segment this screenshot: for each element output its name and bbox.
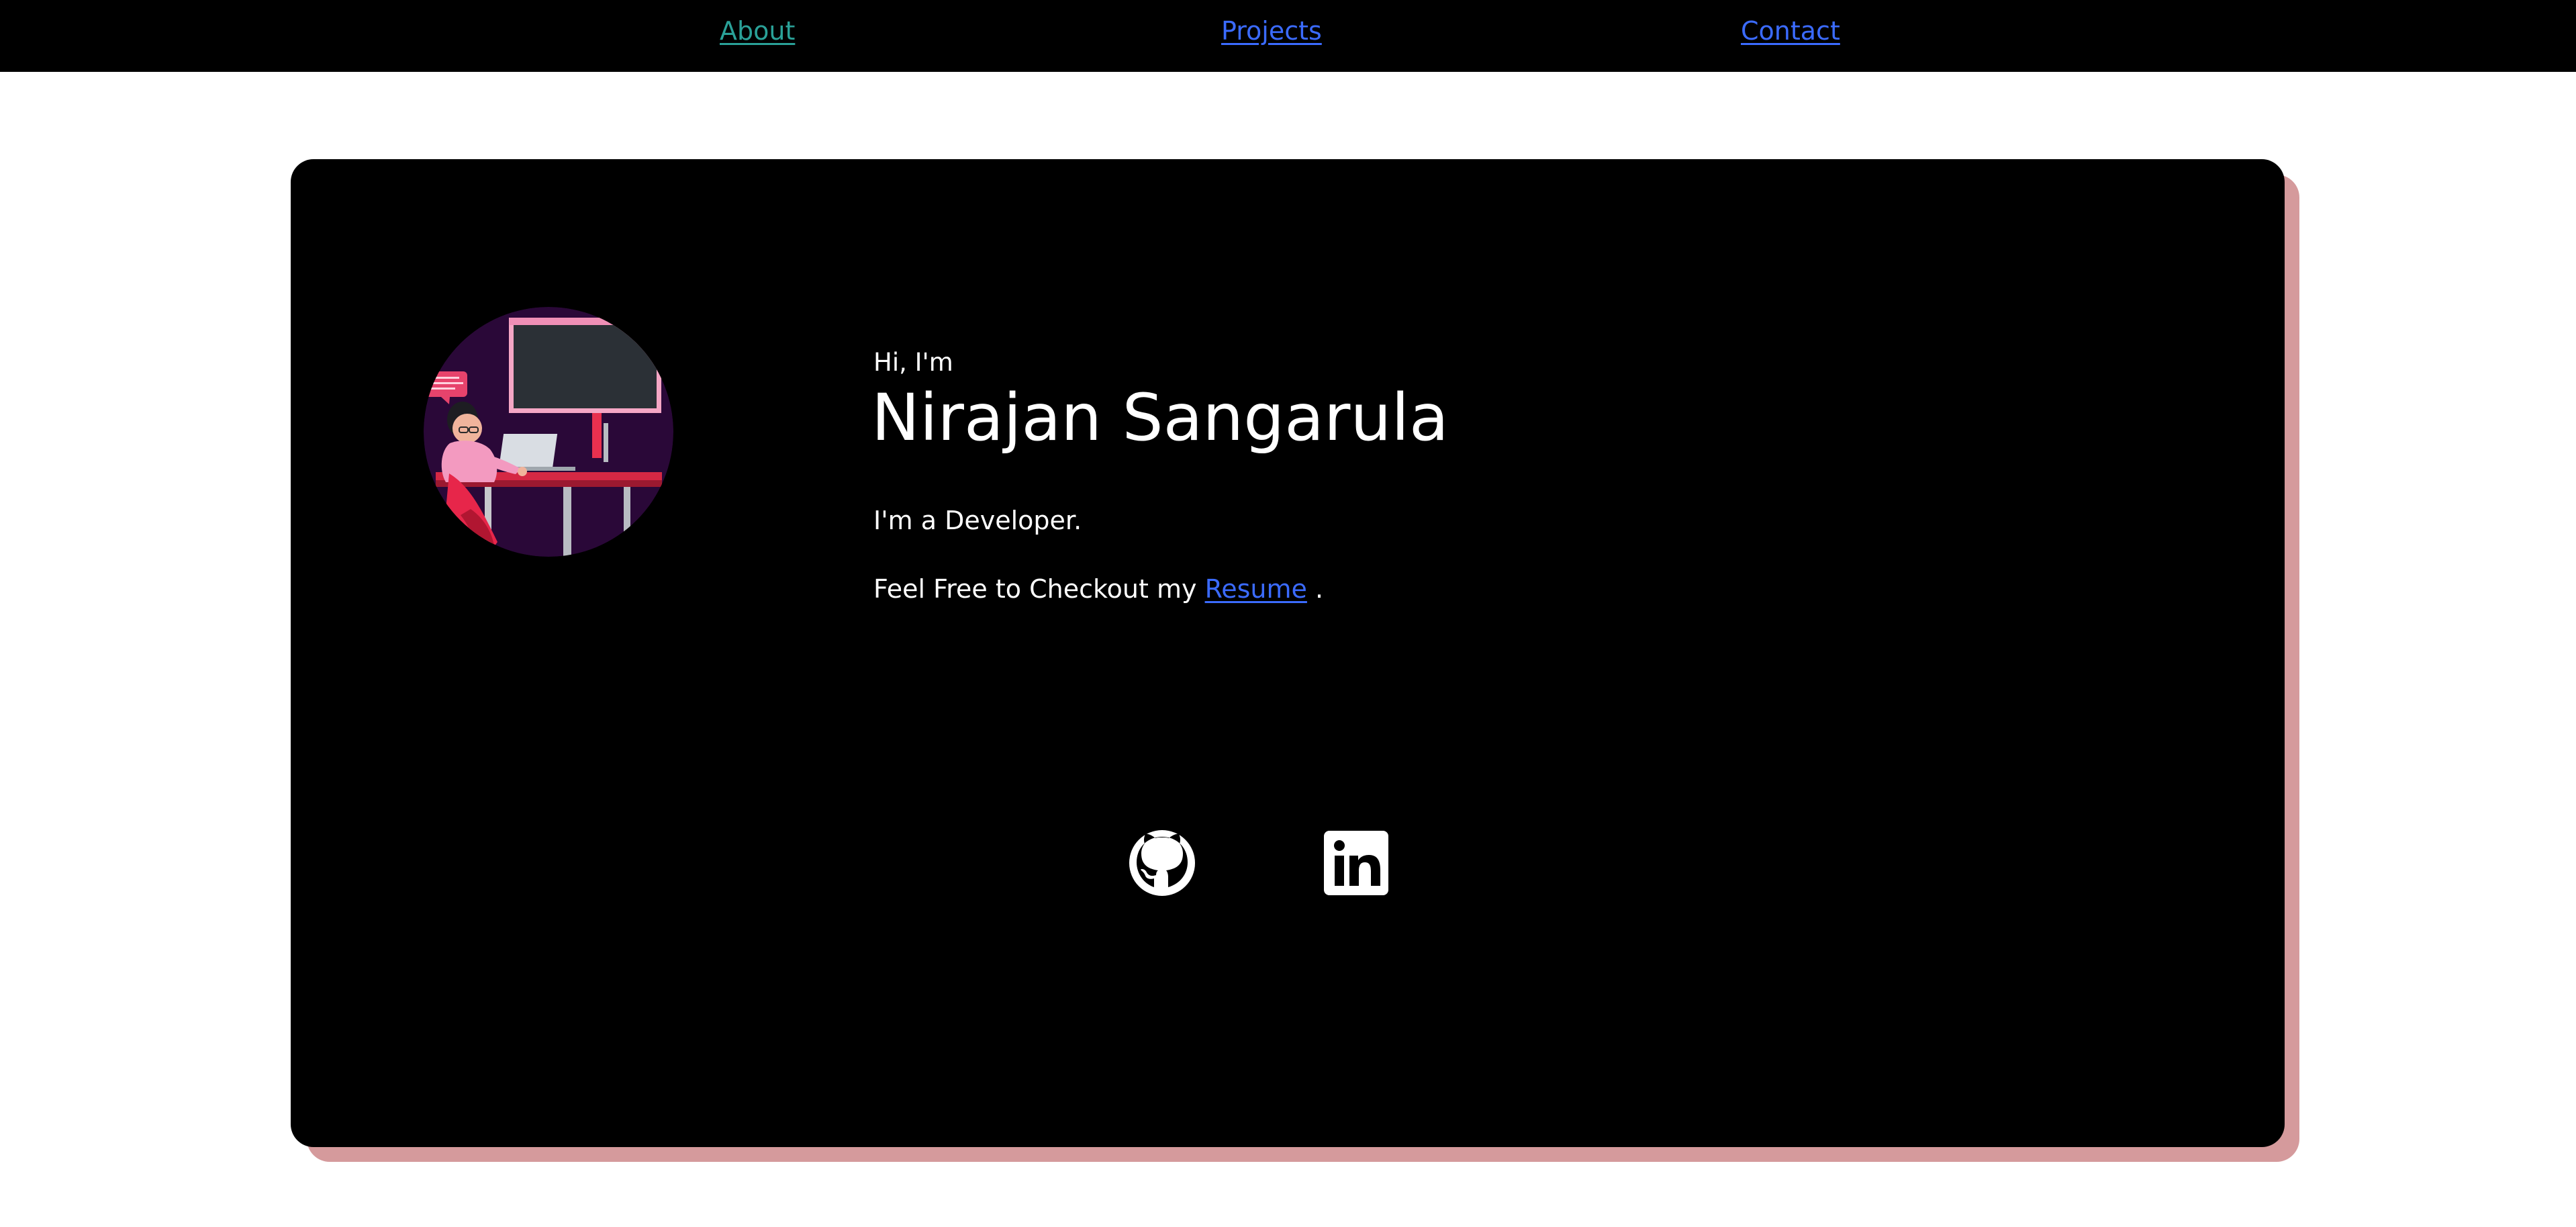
resume-prefix: Feel Free to Checkout my [873,574,1205,604]
hero-greeting: Hi, I'm [873,348,953,377]
github-icon[interactable] [1129,829,1196,897]
nav-about-link[interactable]: About [720,12,795,50]
developer-avatar-illustration [424,307,673,557]
nav-contact-link[interactable]: Contact [1741,12,1840,50]
hero-role: I'm a Developer. [873,506,1082,535]
hero-card: Hi, I'm Nirajan Sangarula I'm a Develope… [291,159,2285,1147]
linkedin-icon[interactable] [1323,829,1390,897]
resume-callout: Feel Free to Checkout my Resume . [873,572,1323,606]
top-navigation: About Projects Contact [0,0,2576,72]
nav-projects-link[interactable]: Projects [1221,12,1322,50]
resume-suffix: . [1306,574,1324,604]
resume-link[interactable]: Resume [1205,574,1307,604]
hero-name: Nirajan Sangarula [871,380,1449,455]
